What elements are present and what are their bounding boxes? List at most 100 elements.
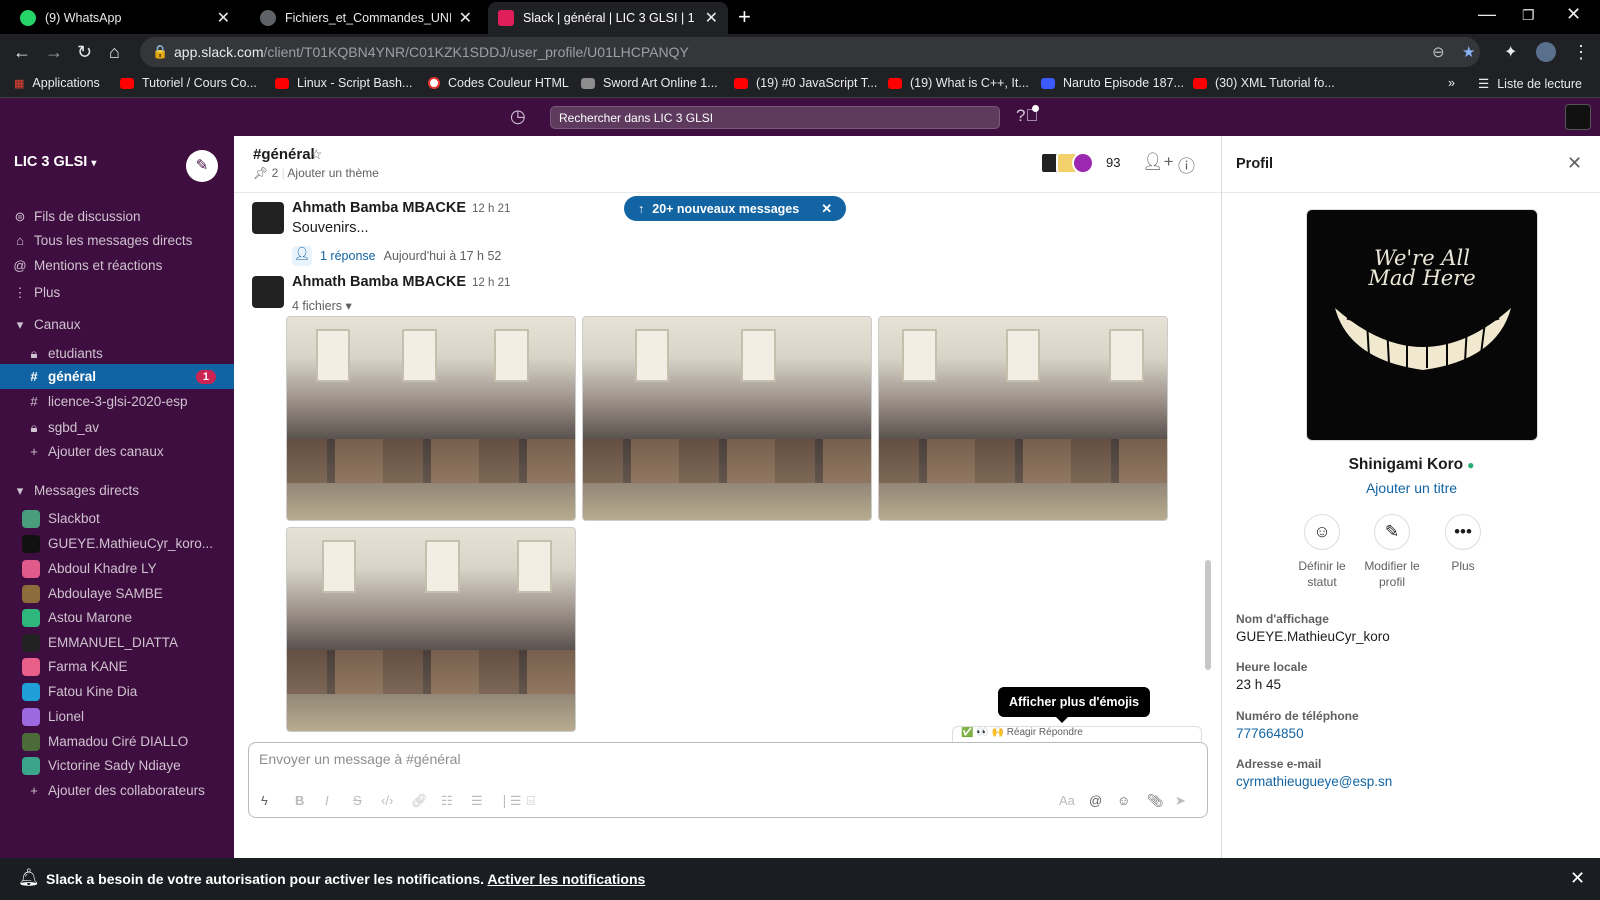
bookmark-applications[interactable]: ▦ Applications [14, 76, 100, 90]
bookmark-star-icon[interactable]: ★ [1462, 43, 1475, 61]
sidebar-item-channel[interactable]: 🔒︎ etudiants [0, 341, 234, 366]
formatting-icon[interactable]: Aa [1059, 793, 1075, 808]
dms-section-header[interactable]: ▾ Messages directs [0, 478, 234, 503]
edit-profile-button[interactable]: ✎ Modifier le profil [1356, 514, 1428, 590]
link-icon[interactable]: 🔗︎ [411, 793, 428, 809]
minimize-icon[interactable]: — [1478, 4, 1496, 25]
message-input[interactable] [259, 751, 1159, 767]
add-person-icon[interactable]: 👤︎+ [1142, 152, 1174, 172]
profile-photo[interactable]: We're All Mad Here [1306, 209, 1538, 441]
sidebar-item-dm[interactable]: Abdoul Khadre LY [0, 556, 234, 581]
strikethrough-icon[interactable]: S [353, 793, 362, 808]
avatar[interactable] [252, 202, 284, 234]
shortcuts-icon[interactable]: ϟ [261, 793, 268, 808]
bookmark-item[interactable]: Codes Couleur HTML [428, 76, 569, 90]
reply-count-link[interactable]: 1 réponse [320, 249, 376, 263]
sidebar-item-more[interactable]: ⋮ Plus [0, 280, 234, 305]
back-icon[interactable]: ← [13, 42, 31, 63]
bookmark-item[interactable]: (30) XML Tutorial fo... [1193, 76, 1335, 90]
sidebar-item-dm[interactable]: Victorine Sady Ndiaye [0, 753, 234, 778]
message-author[interactable]: Ahmath Bamba MBACKE [292, 274, 466, 290]
thread-replies[interactable]: 👤︎ 1 réponse Aujourd'hui à 17 h 52 [292, 246, 501, 266]
code-block-icon[interactable]: ⌸ [527, 793, 535, 809]
add-title-link[interactable]: Ajouter un titre [1222, 480, 1600, 496]
bookmark-item[interactable]: Linux - Script Bash... [275, 76, 412, 90]
image-attachment[interactable] [878, 316, 1168, 521]
sidebar-item-dm[interactable]: Astou Marone [0, 605, 234, 630]
bullet-list-icon[interactable]: ☰ [471, 793, 483, 809]
close-tab-icon[interactable]: ✕ [217, 8, 230, 28]
channel-title[interactable]: #général [253, 146, 315, 163]
profile-avatar-icon[interactable] [1536, 42, 1556, 62]
tab-slack[interactable]: Slack | général | LIC 3 GLSI | 1 nou ✕ [488, 2, 728, 34]
sidebar-item-dm[interactable]: Slackbot [0, 506, 234, 531]
history-icon[interactable]: ◷ [510, 106, 526, 127]
scrollbar[interactable] [1205, 560, 1211, 670]
image-attachment[interactable] [286, 316, 576, 521]
add-topic-link[interactable]: Ajouter un thème [287, 166, 378, 180]
phone-link[interactable]: 777664850 [1236, 726, 1359, 741]
info-icon[interactable]: ⓘ [1178, 152, 1195, 177]
pin-icon[interactable]: 📌︎ [253, 166, 268, 180]
email-link[interactable]: cyrmathieugueye@esp.sn [1236, 774, 1392, 789]
mention-icon[interactable]: @ [1089, 793, 1102, 808]
code-icon[interactable]: ‹/› [381, 793, 393, 808]
send-icon[interactable]: ➤ [1175, 793, 1186, 809]
sidebar-item-dm[interactable]: Farma KANE [0, 654, 234, 679]
channels-section-header[interactable]: ▾ Canaux [0, 312, 234, 337]
sidebar-item-channel[interactable]: 🔒︎ sgbd_av [0, 415, 234, 440]
zoom-icon[interactable]: ⊖ [1432, 43, 1445, 61]
bookmark-item[interactable]: Tutoriel / Cours Co... [120, 76, 257, 90]
message-actions-toolbar[interactable]: ✅ 👀 🙌 Réagir Répondre [952, 726, 1202, 742]
add-channels-button[interactable]: + Ajouter des canaux [0, 439, 234, 464]
set-status-button[interactable]: ☺ Définir le statut [1286, 514, 1358, 590]
sidebar-item-mentions[interactable]: @ Mentions et réactions [0, 253, 234, 278]
sidebar-item-threads[interactable]: ⊜ Fils de discussion [0, 204, 234, 229]
close-icon[interactable]: ✕ [1570, 868, 1585, 889]
message-time[interactable]: 12 h 21 [472, 277, 510, 289]
window-close-icon[interactable]: ✕ [1566, 4, 1581, 25]
new-tab-icon[interactable]: + [738, 4, 751, 30]
home-icon[interactable]: ⌂ [109, 42, 120, 63]
add-collaborators-button[interactable]: + Ajouter des collaborateurs [0, 778, 234, 803]
member-count[interactable]: 93 [1106, 155, 1120, 170]
menu-dots-icon[interactable]: ⋮ [1572, 42, 1590, 63]
close-icon[interactable]: ✕ [821, 201, 832, 217]
tab-fichiers[interactable]: Fichiers_et_Commandes_UNIX_de ✕ [250, 2, 482, 34]
reading-list[interactable]: ☰ Liste de lecture [1478, 76, 1582, 92]
italic-icon[interactable]: I [325, 793, 329, 808]
ordered-list-icon[interactable]: ☷ [441, 793, 453, 809]
emoji-icon[interactable]: ☺ [1117, 793, 1130, 808]
sidebar-item-dm[interactable]: Mamadou Ciré DIALLO [0, 729, 234, 754]
close-icon[interactable]: ✕ [1567, 153, 1582, 174]
bookmark-item[interactable]: Naruto Episode 187... [1041, 76, 1184, 90]
search-input[interactable]: Rechercher dans LIC 3 GLSI [550, 106, 1000, 129]
maximize-icon[interactable]: ❐ [1522, 7, 1535, 24]
bold-icon[interactable]: B [295, 793, 304, 808]
message-author[interactable]: Ahmath Bamba MBACKE [292, 200, 466, 216]
sidebar-item-channel[interactable]: # licence-3-glsi-2020-esp [0, 389, 234, 414]
workspace-name[interactable]: LIC 3 GLSI ▾ [14, 154, 96, 170]
address-bar[interactable]: 🔒 app.slack.com/client/T01KQBN4YNR/C01KZ… [140, 37, 1480, 67]
image-attachment[interactable] [582, 316, 872, 521]
files-toggle[interactable]: 4 fichiers ▾ [292, 298, 352, 313]
reload-icon[interactable]: ↻ [77, 42, 92, 63]
avatar[interactable] [252, 276, 284, 308]
sidebar-item-dm[interactable]: Abdoulaye SAMBE [0, 581, 234, 606]
extensions-icon[interactable]: ✦ [1504, 42, 1517, 62]
forward-icon[interactable]: → [45, 42, 63, 63]
sidebar-item-dm[interactable]: Fatou Kine Dia [0, 679, 234, 704]
close-tab-icon[interactable]: ✕ [459, 8, 472, 28]
tab-whatsapp[interactable]: (9) WhatsApp ✕ [10, 2, 240, 34]
bookmark-item[interactable]: Sword Art Online 1... [581, 76, 718, 90]
bookmark-item[interactable]: (19) What is C++, It... [888, 76, 1029, 90]
bookmark-item[interactable]: (19) #0 JavaScript T... [734, 76, 877, 90]
new-messages-banner[interactable]: ↑ 20+ nouveaux messages ✕ [624, 196, 847, 221]
sidebar-item-dm[interactable]: EMMANUEL_DIATTA [0, 630, 234, 655]
sidebar-item-all-dms[interactable]: ⌂ Tous les messages directs [0, 228, 234, 253]
compose-button[interactable]: ✎ [186, 150, 218, 182]
more-button[interactable]: ••• Plus [1427, 514, 1499, 574]
avatar[interactable] [1565, 104, 1591, 130]
message-time[interactable]: 12 h 21 [472, 203, 510, 215]
sidebar-item-channel-selected[interactable]: # général 1 [0, 364, 234, 389]
